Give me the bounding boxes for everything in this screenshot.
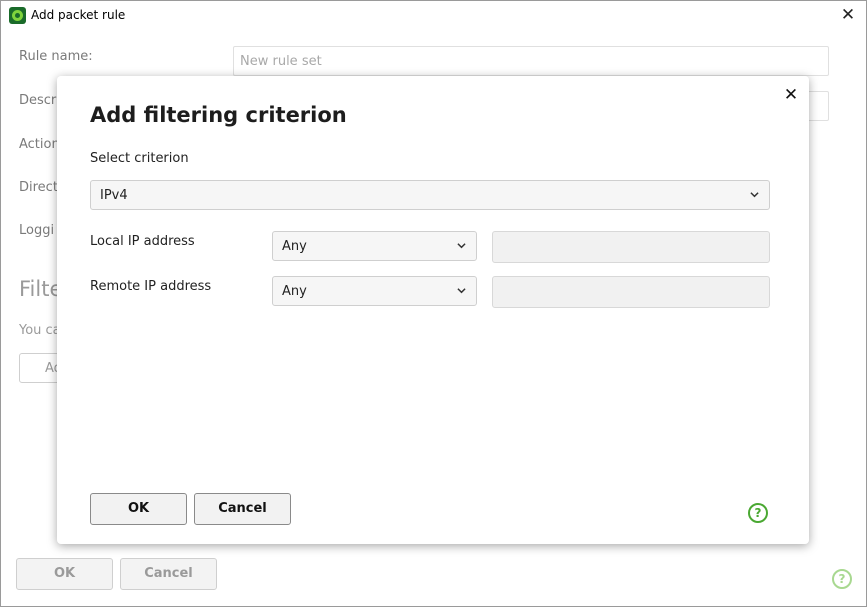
dialog-title: Add filtering criterion — [90, 103, 347, 127]
dialog-close-icon[interactable]: ✕ — [782, 86, 800, 104]
local-ip-select-value: Any — [282, 239, 307, 254]
window-cancel-button[interactable]: Cancel — [120, 558, 217, 590]
description-label: Descri — [19, 93, 60, 108]
criterion-select[interactable]: IPv4 — [90, 180, 770, 210]
dialog-cancel-button[interactable]: Cancel — [194, 493, 291, 525]
add-filtering-criterion-dialog: ✕ Add filtering criterion Select criteri… — [57, 76, 809, 544]
rule-name-input[interactable]: New rule set — [233, 46, 829, 76]
chevron-down-icon — [457, 243, 466, 249]
window-title: Add packet rule — [31, 8, 126, 22]
remote-ip-select-value: Any — [282, 284, 307, 299]
action-label: Action — [19, 137, 60, 152]
remote-ip-input[interactable] — [492, 276, 770, 308]
app-logo-icon — [9, 7, 26, 24]
remote-ip-label: Remote IP address — [90, 279, 212, 294]
remote-ip-select[interactable]: Any — [272, 276, 477, 306]
rule-name-label: Rule name: — [19, 49, 93, 64]
chevron-down-icon — [750, 192, 759, 198]
direction-label: Directi — [19, 180, 62, 195]
window-ok-button[interactable]: OK — [16, 558, 113, 590]
filters-section-description: You ca — [19, 323, 61, 338]
dialog-help-icon[interactable]: ? — [748, 503, 768, 523]
dialog-ok-button[interactable]: OK — [90, 493, 187, 525]
title-bar: Add packet rule ✕ — [1, 1, 866, 31]
chevron-down-icon — [457, 288, 466, 294]
select-criterion-label: Select criterion — [90, 151, 189, 166]
filters-section-title: Filte — [19, 277, 63, 301]
logging-label: Loggi — [19, 223, 55, 238]
local-ip-label: Local IP address — [90, 234, 195, 249]
window-close-icon[interactable]: ✕ — [838, 5, 858, 25]
local-ip-input[interactable] — [492, 231, 770, 263]
local-ip-select[interactable]: Any — [272, 231, 477, 261]
criterion-select-value: IPv4 — [100, 188, 128, 203]
window-help-icon[interactable]: ? — [832, 569, 852, 589]
